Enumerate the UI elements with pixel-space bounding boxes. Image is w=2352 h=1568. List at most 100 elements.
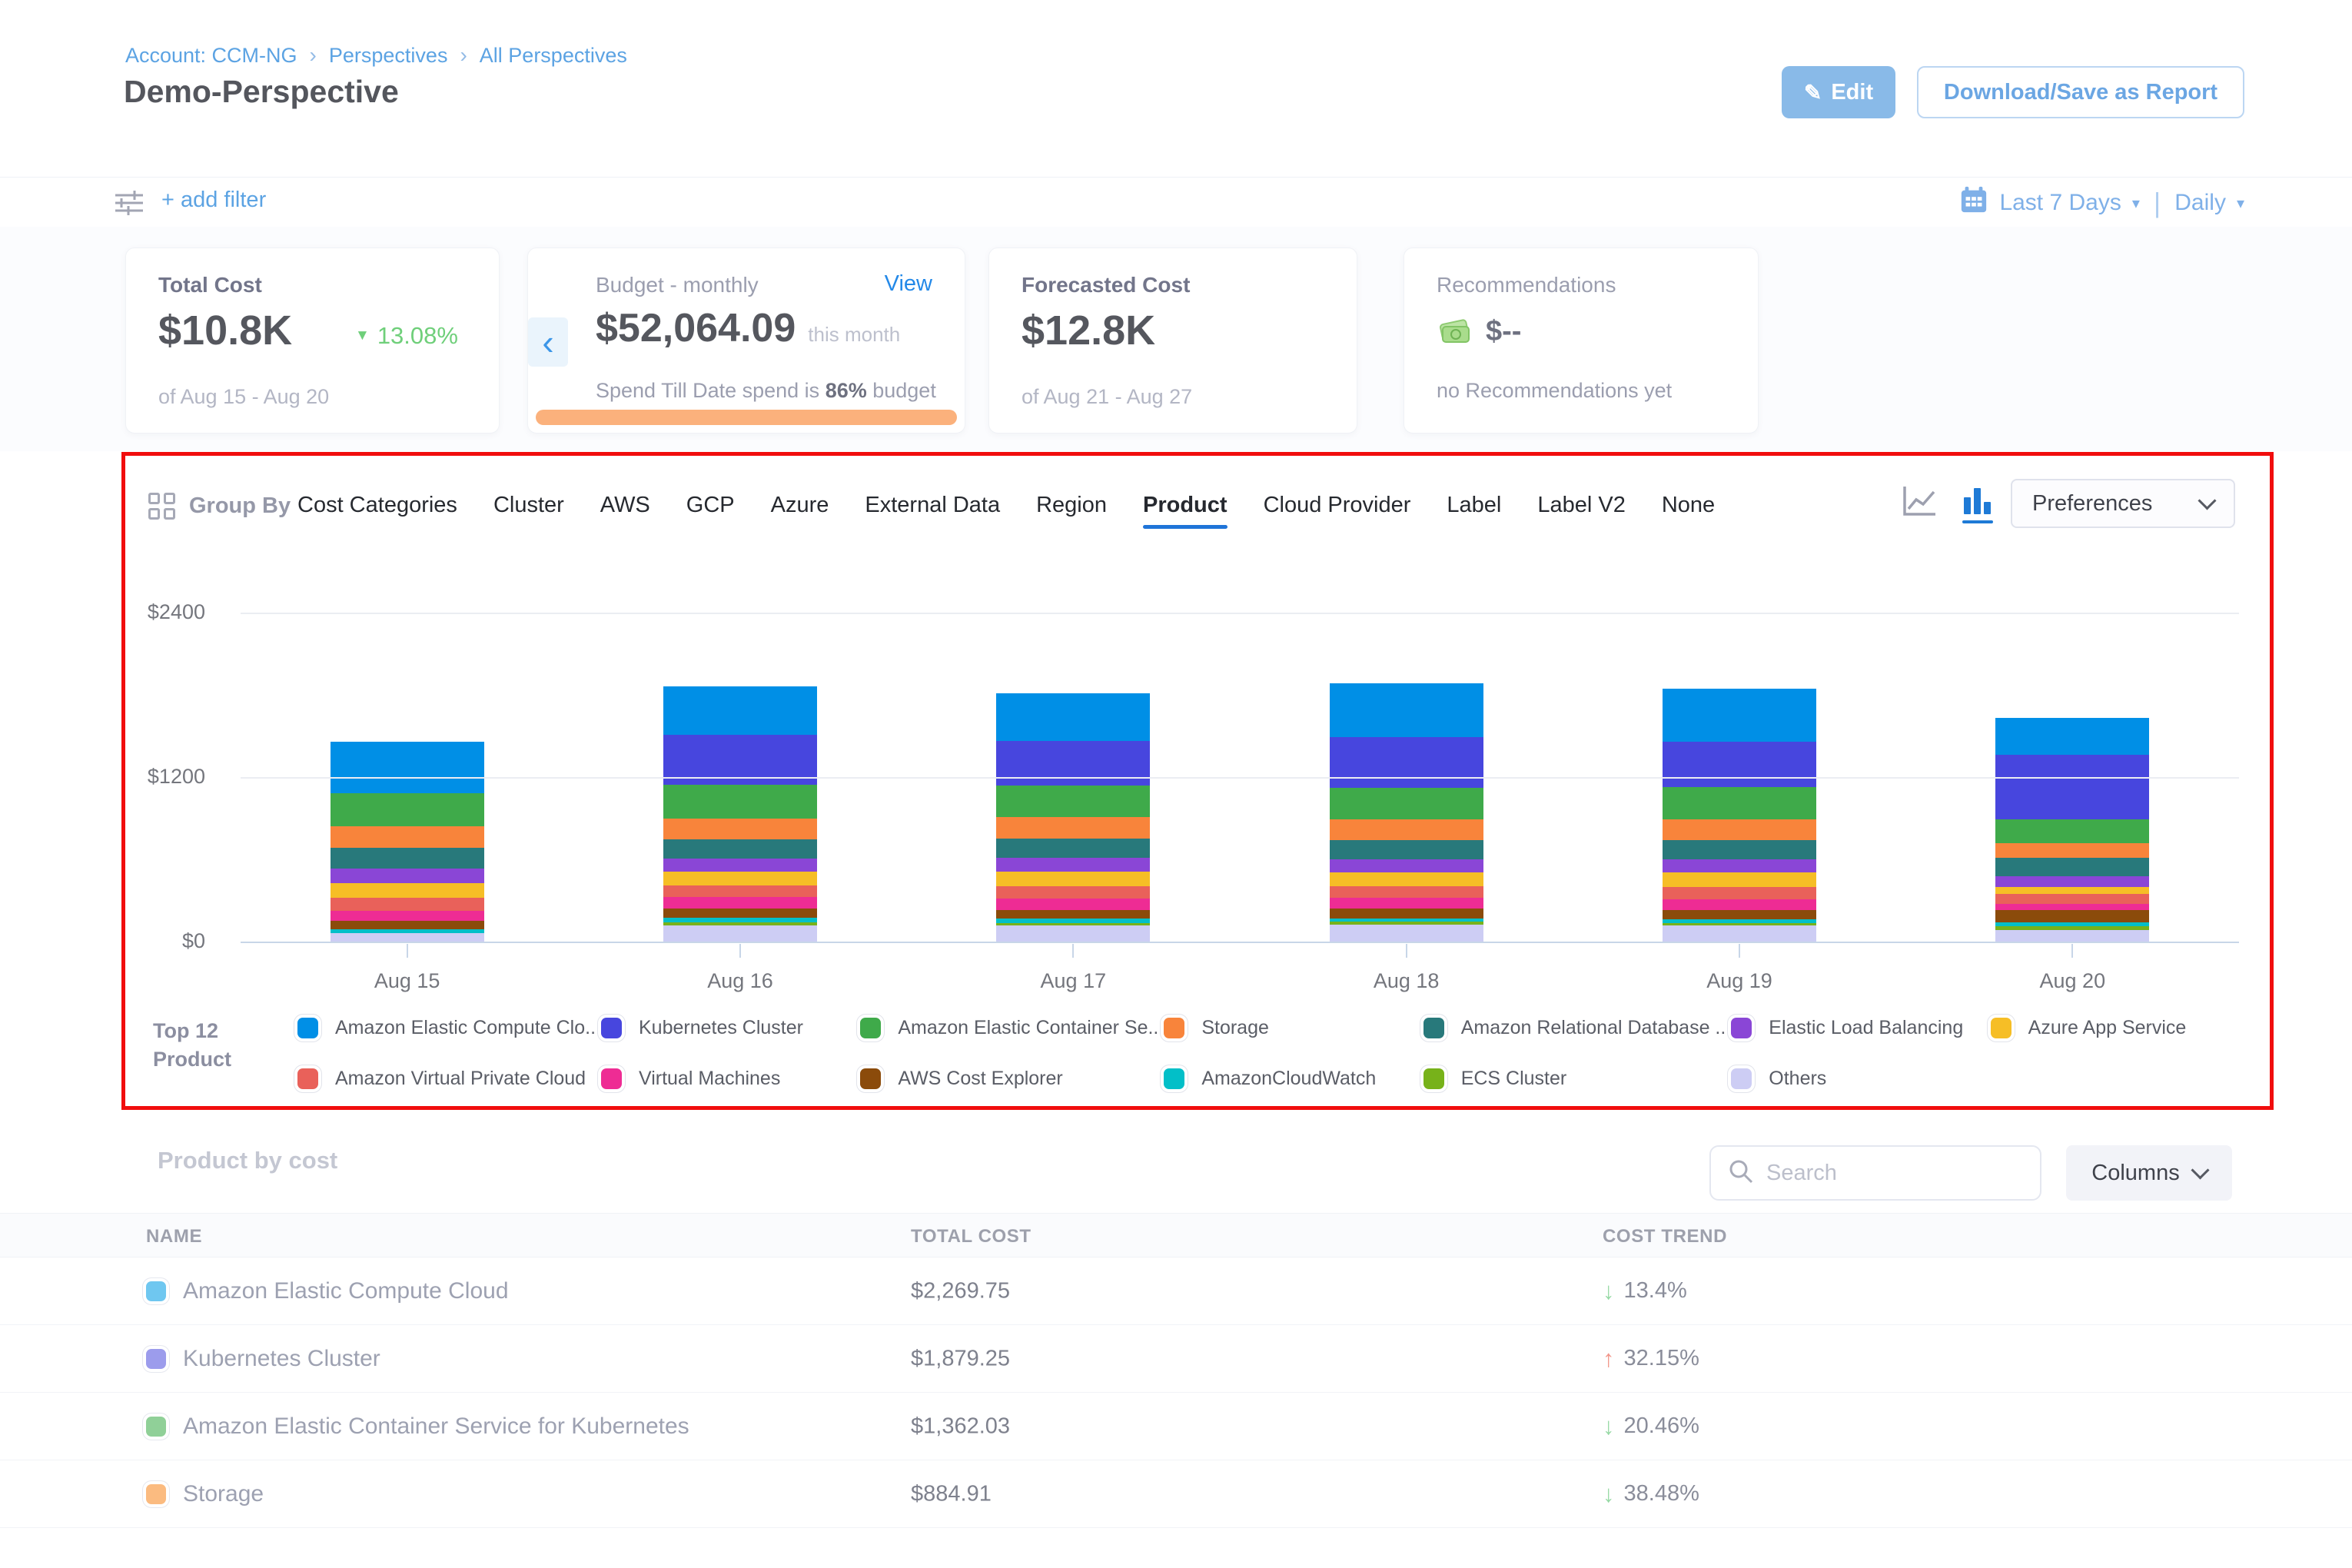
stacked-bar[interactable] [331, 742, 484, 942]
bar-segment[interactable] [1995, 819, 2149, 843]
legend-item[interactable]: Kubernetes Cluster [601, 1011, 860, 1045]
search-input[interactable] [1765, 1160, 2023, 1187]
breadcrumb-link[interactable]: All Perspectives [480, 44, 627, 68]
bar-segment[interactable] [1330, 925, 1483, 942]
bar-segment[interactable] [1995, 876, 2149, 887]
filter-sliders-icon[interactable] [112, 185, 146, 223]
bar-segment[interactable] [663, 925, 817, 942]
bar-segment[interactable] [331, 742, 484, 793]
tab-cluster[interactable]: Cluster [493, 493, 564, 518]
columns-dropdown[interactable]: Columns [2066, 1145, 2232, 1201]
bar-segment[interactable] [1663, 787, 1816, 819]
bar-segment[interactable] [996, 741, 1150, 786]
legend-item[interactable]: Amazon Elastic Compute Clo... [297, 1011, 601, 1045]
bar-segment[interactable] [1663, 910, 1816, 919]
table-row[interactable]: Kubernetes Cluster$1,879.25↑32.15% [0, 1325, 2352, 1393]
tab-gcp[interactable]: GCP [686, 493, 735, 518]
bar-segment[interactable] [663, 686, 817, 735]
stacked-bar[interactable] [1995, 718, 2149, 942]
bar-segment[interactable] [1663, 925, 1816, 942]
bar-segment[interactable] [1995, 858, 2149, 876]
bar-segment[interactable] [663, 909, 817, 918]
legend-item[interactable]: Virtual Machines [601, 1061, 860, 1095]
column-header-total-cost[interactable]: TOTAL COST [911, 1226, 1031, 1247]
bar-segment[interactable] [1330, 683, 1483, 737]
row-name[interactable]: Storage [183, 1481, 264, 1507]
bar-segment[interactable] [996, 693, 1150, 741]
legend-item[interactable]: AWS Cost Explorer [860, 1061, 1164, 1095]
bar-segment[interactable] [663, 859, 817, 872]
bar-chart-icon[interactable] [1962, 485, 1993, 523]
bar-segment[interactable] [1995, 910, 2149, 922]
bar-segment[interactable] [1330, 737, 1483, 787]
bar-segment[interactable] [1995, 843, 2149, 858]
bar-segment[interactable] [331, 883, 484, 899]
bar-segment[interactable] [996, 899, 1150, 910]
column-header-name[interactable]: NAME [146, 1226, 202, 1247]
bar-segment[interactable] [1663, 887, 1816, 899]
bar-segment[interactable] [331, 911, 484, 921]
stacked-bar[interactable] [996, 693, 1150, 942]
row-name[interactable]: Amazon Elastic Container Service for Kub… [183, 1414, 689, 1440]
legend-item[interactable]: Azure App Service [1991, 1011, 2250, 1045]
bar-segment[interactable] [1330, 898, 1483, 909]
budget-view-link[interactable]: View [885, 271, 932, 297]
tab-label[interactable]: Label [1447, 493, 1501, 518]
bar-segment[interactable] [996, 910, 1150, 919]
bar-segment[interactable] [331, 793, 484, 826]
table-row[interactable]: Amazon Elastic Compute Cloud$2,269.75↓13… [0, 1257, 2352, 1325]
bar-segment[interactable] [1663, 840, 1816, 859]
legend-item[interactable]: Storage [1164, 1011, 1423, 1045]
add-filter-link[interactable]: + add filter [161, 188, 266, 213]
tab-label-v2[interactable]: Label V2 [1537, 493, 1626, 518]
bar-segment[interactable] [996, 872, 1150, 886]
bar-segment[interactable] [1330, 819, 1483, 841]
bar-segment[interactable] [1663, 872, 1816, 887]
tab-none[interactable]: None [1662, 493, 1715, 518]
bar-segment[interactable] [663, 897, 817, 909]
tab-cost-categories[interactable]: Cost Categories [297, 493, 457, 518]
bar-segment[interactable] [1330, 872, 1483, 886]
bar-segment[interactable] [1330, 840, 1483, 859]
chevron-left-icon[interactable]: ‹ [528, 317, 568, 367]
tab-product[interactable]: Product [1143, 493, 1227, 518]
legend-item[interactable]: Elastic Load Balancing [1731, 1011, 1990, 1045]
tab-external-data[interactable]: External Data [865, 493, 1000, 518]
bar-segment[interactable] [1995, 755, 2149, 819]
bar-segment[interactable] [996, 839, 1150, 858]
legend-item[interactable]: Amazon Relational Database ... [1423, 1011, 1732, 1045]
bar-segment[interactable] [331, 898, 484, 911]
tab-cloud-provider[interactable]: Cloud Provider [1264, 493, 1411, 518]
bar-segment[interactable] [331, 921, 484, 929]
legend-item[interactable]: Amazon Virtual Private Cloud [297, 1061, 601, 1095]
granularity-dropdown[interactable]: Daily ▾ [2174, 190, 2244, 216]
bar-segment[interactable] [1663, 689, 1816, 742]
edit-button[interactable]: ✎ Edit [1782, 66, 1895, 118]
legend-item[interactable]: ECS Cluster [1423, 1061, 1732, 1095]
bar-segment[interactable] [1330, 886, 1483, 898]
legend-item[interactable]: Others [1731, 1061, 1990, 1095]
stacked-bar[interactable] [1663, 689, 1816, 942]
bar-segment[interactable] [1995, 887, 2149, 894]
tab-region[interactable]: Region [1036, 493, 1107, 518]
bar-segment[interactable] [663, 885, 817, 897]
bar-segment[interactable] [1330, 859, 1483, 872]
legend-item[interactable]: AmazonCloudWatch [1164, 1061, 1423, 1095]
bar-segment[interactable] [996, 858, 1150, 872]
stacked-bar[interactable] [663, 686, 817, 942]
bar-segment[interactable] [663, 872, 817, 885]
bar-segment[interactable] [1663, 899, 1816, 910]
breadcrumb-link[interactable]: Account: CCM-NG [125, 44, 297, 68]
download-save-report-button[interactable]: Download/Save as Report [1917, 66, 2244, 118]
bar-segment[interactable] [1663, 742, 1816, 788]
row-name[interactable]: Kubernetes Cluster [183, 1346, 380, 1372]
bar-segment[interactable] [1995, 930, 2149, 942]
bar-segment[interactable] [1995, 894, 2149, 904]
legend-item[interactable]: Amazon Elastic Container Se... [860, 1011, 1164, 1045]
bar-segment[interactable] [1995, 718, 2149, 755]
bar-segment[interactable] [996, 786, 1150, 817]
bar-segment[interactable] [1663, 859, 1816, 872]
tab-aws[interactable]: AWS [600, 493, 650, 518]
table-row[interactable]: Storage$884.91↓38.48% [0, 1460, 2352, 1528]
table-row[interactable]: Amazon Elastic Container Service for Kub… [0, 1393, 2352, 1460]
